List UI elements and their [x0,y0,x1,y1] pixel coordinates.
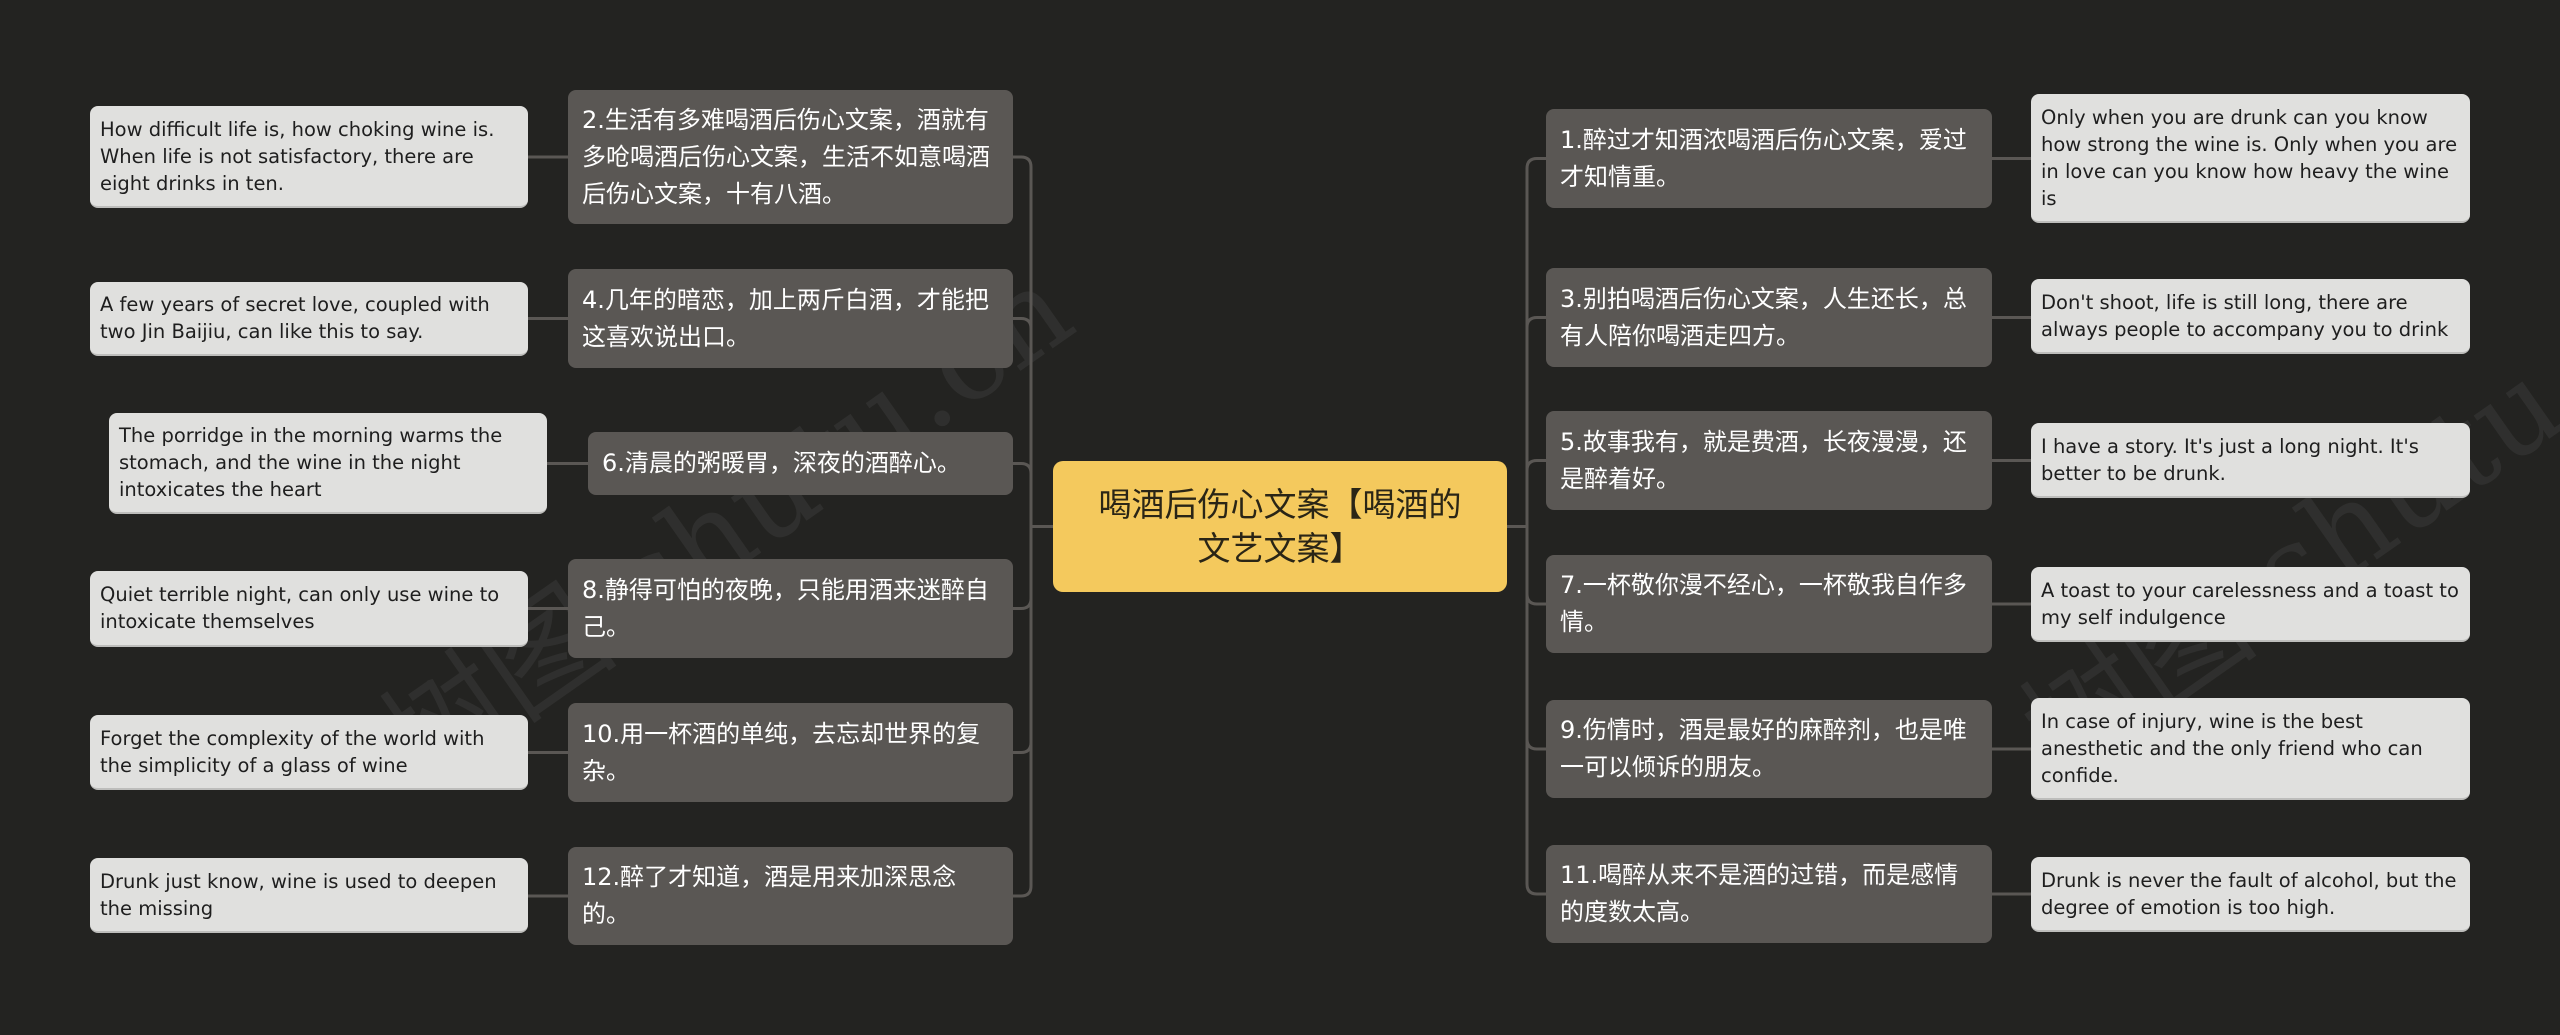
leaf-text: In case of injury, wine is the best anes… [2041,709,2423,787]
leaf-text: How difficult life is, how choking wine … [100,117,495,195]
branch-node-10[interactable]: 10.用一杯酒的单纯，去忘却世界的复杂。 [568,703,1013,802]
leaf-text: A toast to your carelessness and a toast… [2041,578,2459,629]
branch-text: 7.一杯敬你漫不经心，一杯敬我自作多情。 [1560,571,1967,636]
leaf-text: Don't shoot, life is still long, there a… [2041,290,2449,341]
branch-text: 3.别拍喝酒后伤心文案，人生还长，总有人陪你喝酒走四方。 [1560,284,1967,350]
leaf-node-1[interactable]: Only when you are drunk can you know how… [2031,94,2470,223]
branch-text: 4.几年的暗恋，加上两斤白酒，才能把这喜欢说出口。 [582,285,989,351]
branch-text: 1.醉过才知酒浓喝酒后伤心文案，爱过才知情重。 [1560,125,1967,191]
connector-line [1013,155,1033,527]
connector-line [1013,317,1033,527]
connector-line [1013,462,1033,527]
connector-line [1013,526,1033,898]
branch-text: 10.用一杯酒的单纯，去忘却世界的复杂。 [582,719,981,785]
leaf-text: I have a story. It's just a long night. … [2041,434,2419,485]
branch-node-4[interactable]: 4.几年的暗恋，加上两斤白酒，才能把这喜欢说出口。 [568,269,1013,368]
branch-text: 11.喝醉从来不是酒的过错，而是感情的度数太高。 [1560,861,1959,926]
connector-line [1525,157,1546,527]
branch-text: 9.伤情时，酒是最好的麻醉剂，也是唯一可以倾诉的朋友。 [1560,716,1967,781]
connector-line [1013,526,1033,754]
branch-node-8[interactable]: 8.静得可怕的夜晚，只能用酒来迷醉自己。 [568,559,1013,658]
leaf-node-7[interactable]: A toast to your carelessness and a toast… [2031,567,2470,642]
leaf-text: The porridge in the morning warms the st… [119,424,503,501]
branch-text: 8.静得可怕的夜晚，只能用酒来迷醉自己。 [582,575,989,641]
leaf-node-3[interactable]: Don't shoot, life is still long, there a… [2031,279,2470,354]
leaf-text: A few years of secret love, coupled with… [100,293,490,343]
leaf-node-4[interactable]: A few years of secret love, coupled with… [90,282,528,356]
leaf-node-12[interactable]: Drunk just know, wine is used to deepen … [90,858,528,933]
leaf-node-6[interactable]: The porridge in the morning warms the st… [109,413,547,514]
connector-line [1525,526,1546,751]
branch-node-7[interactable]: 7.一杯敬你漫不经心，一杯敬我自作多情。 [1546,555,1992,653]
leaf-text: Forget the complexity of the world with … [100,726,485,777]
leaf-text: Drunk is never the fault of alcohol, but… [2041,868,2457,919]
connector-line [1525,316,1546,527]
leaf-node-11[interactable]: Drunk is never the fault of alcohol, but… [2031,857,2470,932]
leaf-node-8[interactable]: Quiet terrible night, can only use wine … [90,571,528,647]
leaf-node-2[interactable]: How difficult life is, how choking wine … [90,106,528,208]
branch-node-11[interactable]: 11.喝醉从来不是酒的过错，而是感情的度数太高。 [1546,845,1992,943]
central-topic-text: 喝酒后伤心文案【喝酒的文艺文案】 [1098,484,1462,568]
connector-line [1525,459,1546,527]
branch-text: 5.故事我有，就是费酒，长夜漫漫，还是醉着好。 [1560,427,1967,493]
branch-node-1[interactable]: 1.醉过才知酒浓喝酒后伤心文案，爱过才知情重。 [1546,109,1992,208]
leaf-text: Only when you are drunk can you know how… [2041,105,2458,210]
branch-node-9[interactable]: 9.伤情时，酒是最好的麻醉剂，也是唯一可以倾诉的朋友。 [1546,700,1992,798]
central-topic[interactable]: 喝酒后伤心文案【喝酒的文艺文案】 [1053,461,1507,592]
branch-text: 2.生活有多难喝酒后伤心文案，酒就有多呛喝酒后伤心文案，生活不如意喝酒后伤心文案… [582,105,990,208]
branch-node-5[interactable]: 5.故事我有，就是费酒，长夜漫漫，还是醉着好。 [1546,411,1992,510]
leaf-node-5[interactable]: I have a story. It's just a long night. … [2031,423,2470,498]
connector-line [1525,526,1546,896]
branch-node-3[interactable]: 3.别拍喝酒后伤心文案，人生还长，总有人陪你喝酒走四方。 [1546,268,1992,367]
branch-text: 12.醉了才知道，酒是用来加深思念的。 [582,863,957,928]
branch-node-12[interactable]: 12.醉了才知道，酒是用来加深思念的。 [568,847,1013,945]
connector-line [1525,526,1546,606]
branch-node-2[interactable]: 2.生活有多难喝酒后伤心文案，酒就有多呛喝酒后伤心文案，生活不如意喝酒后伤心文案… [568,90,1013,224]
branch-text: 6.清晨的粥暖胃，深夜的酒醉心。 [602,449,961,477]
branch-node-6[interactable]: 6.清晨的粥暖胃，深夜的酒醉心。 [588,432,1013,495]
leaf-text: Drunk just know, wine is used to deepen … [100,869,497,920]
leaf-node-10[interactable]: Forget the complexity of the world with … [90,715,528,790]
leaf-text: Quiet terrible night, can only use wine … [100,583,500,633]
connector-line [1013,526,1033,610]
leaf-node-9[interactable]: In case of injury, wine is the best anes… [2031,698,2470,800]
